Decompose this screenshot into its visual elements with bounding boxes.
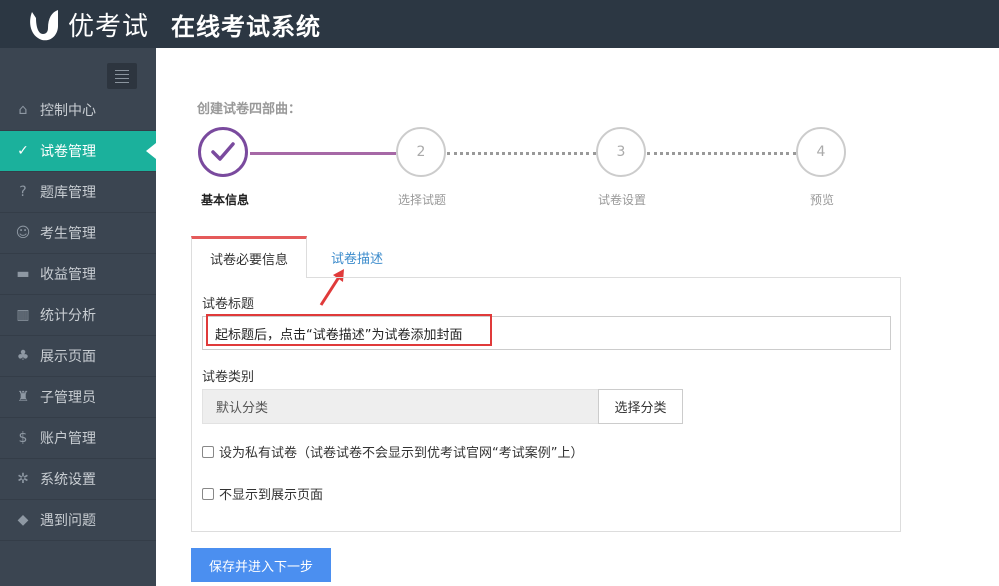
check-icon [211, 142, 235, 161]
sidebar-item-question-bank[interactable]: ? 题库管理 [0, 172, 156, 213]
main-content: 创建试卷四部曲： 2 3 4 基本信息 选择试题 试卷设置 预览 试卷必要信息 … [156, 48, 999, 586]
save-next-button[interactable]: 保存并进入下一步 [191, 548, 331, 582]
private-exam-label: 设为私有试卷（试卷试卷不会显示到优考试官网“考试案例”上） [219, 446, 584, 461]
sidebar-item-label: 账户管理 [40, 431, 96, 447]
gear-icon: ✲ [17, 471, 29, 487]
sidebar-item-label: 题库管理 [40, 185, 96, 201]
display-icon: ♣ [16, 348, 30, 364]
credit-card-icon: ▬ [16, 266, 30, 282]
tag-icon: ◆ [17, 512, 29, 528]
step-4-label: 预览 [809, 193, 834, 207]
top-bar: 优考试 在线考试系统 [0, 0, 999, 48]
category-field[interactable]: 默认分类 [202, 389, 600, 424]
step-line-pending [447, 152, 596, 155]
sidebar-nav: ⌂ 控制中心 ✓ 试卷管理 ? 题库管理 ☺ 考生管理 ▬ 收益管理 ▥ 统计分… [0, 90, 156, 541]
logo-icon [30, 10, 58, 41]
sidebar-item-label: 考生管理 [40, 226, 96, 242]
sidebar-item-label: 展示页面 [40, 349, 96, 365]
annotation-highlight-box [206, 314, 492, 346]
hide-display-option[interactable]: 不显示到展示页面 [202, 484, 323, 503]
sidebar-item-exam-management[interactable]: ✓ 试卷管理 [0, 131, 156, 172]
select-category-button[interactable]: 选择分类 [598, 389, 683, 424]
sidebar-item-statistics[interactable]: ▥ 统计分析 [0, 295, 156, 336]
sidebar-item-control-center[interactable]: ⌂ 控制中心 [0, 90, 156, 131]
hide-display-checkbox[interactable] [202, 487, 214, 500]
tab-required-info[interactable]: 试卷必要信息 [191, 236, 307, 278]
hide-display-label: 不显示到展示页面 [219, 488, 324, 503]
step-1-circle [198, 127, 248, 177]
step-line-done [250, 152, 396, 155]
brand-name: 优考试 [68, 11, 150, 42]
sidebar-item-label: 统计分析 [40, 308, 96, 324]
form-tabs: 试卷必要信息 试卷描述 [191, 236, 901, 278]
step-line-pending [647, 152, 796, 155]
sidebar-item-label: 遇到问题 [40, 513, 96, 529]
dollar-icon: $ [18, 430, 28, 446]
sidebar-item-revenue[interactable]: ▬ 收益管理 [0, 254, 156, 295]
step-3-circle: 3 [596, 127, 646, 177]
sidebar-item-settings[interactable]: ✲ 系统设置 [0, 459, 156, 500]
title-label: 试卷标题 [202, 297, 255, 312]
sidebar-item-label: 系统设置 [40, 472, 96, 488]
bar-chart-icon: ▥ [16, 307, 30, 323]
private-exam-checkbox[interactable] [202, 445, 214, 458]
private-exam-option[interactable]: 设为私有试卷（试卷试卷不会显示到优考试官网“考试案例”上） [202, 442, 583, 461]
step-1-label: 基本信息 [200, 193, 249, 207]
step-4-circle: 4 [796, 127, 846, 177]
sidebar-item-label: 子管理员 [40, 390, 96, 406]
sidebar-item-label: 收益管理 [40, 267, 96, 283]
step-3-label: 试卷设置 [597, 193, 646, 207]
steps-title: 创建试卷四部曲： [197, 102, 302, 117]
sidebar-item-display-page[interactable]: ♣ 展示页面 [0, 336, 156, 377]
category-label: 试卷类别 [202, 370, 255, 385]
check-circle-icon: ✓ [17, 143, 29, 159]
sub-admin-icon: ♜ [16, 389, 30, 405]
home-icon: ⌂ [18, 102, 28, 118]
menu-toggle-button[interactable] [107, 63, 137, 89]
sidebar-item-label: 试卷管理 [40, 144, 96, 160]
sidebar: ⌂ 控制中心 ✓ 试卷管理 ? 题库管理 ☺ 考生管理 ▬ 收益管理 ▥ 统计分… [0, 48, 156, 586]
system-title: 在线考试系统 [171, 12, 322, 41]
sidebar-item-help[interactable]: ◆ 遇到问题 [0, 500, 156, 541]
sidebar-item-sub-admin[interactable]: ♜ 子管理员 [0, 377, 156, 418]
step-2-label: 选择试题 [397, 193, 446, 207]
user-icon: ☺ [15, 225, 31, 241]
sidebar-item-account[interactable]: $ 账户管理 [0, 418, 156, 459]
sidebar-item-examinees[interactable]: ☺ 考生管理 [0, 213, 156, 254]
form-panel: 试卷标题 起标题后，点击“试卷描述”为试卷添加封面 试卷类别 默认分类 选择分类… [191, 277, 901, 532]
question-circle-icon: ? [19, 184, 27, 200]
step-2-circle: 2 [396, 127, 446, 177]
sidebar-item-label: 控制中心 [40, 103, 96, 119]
